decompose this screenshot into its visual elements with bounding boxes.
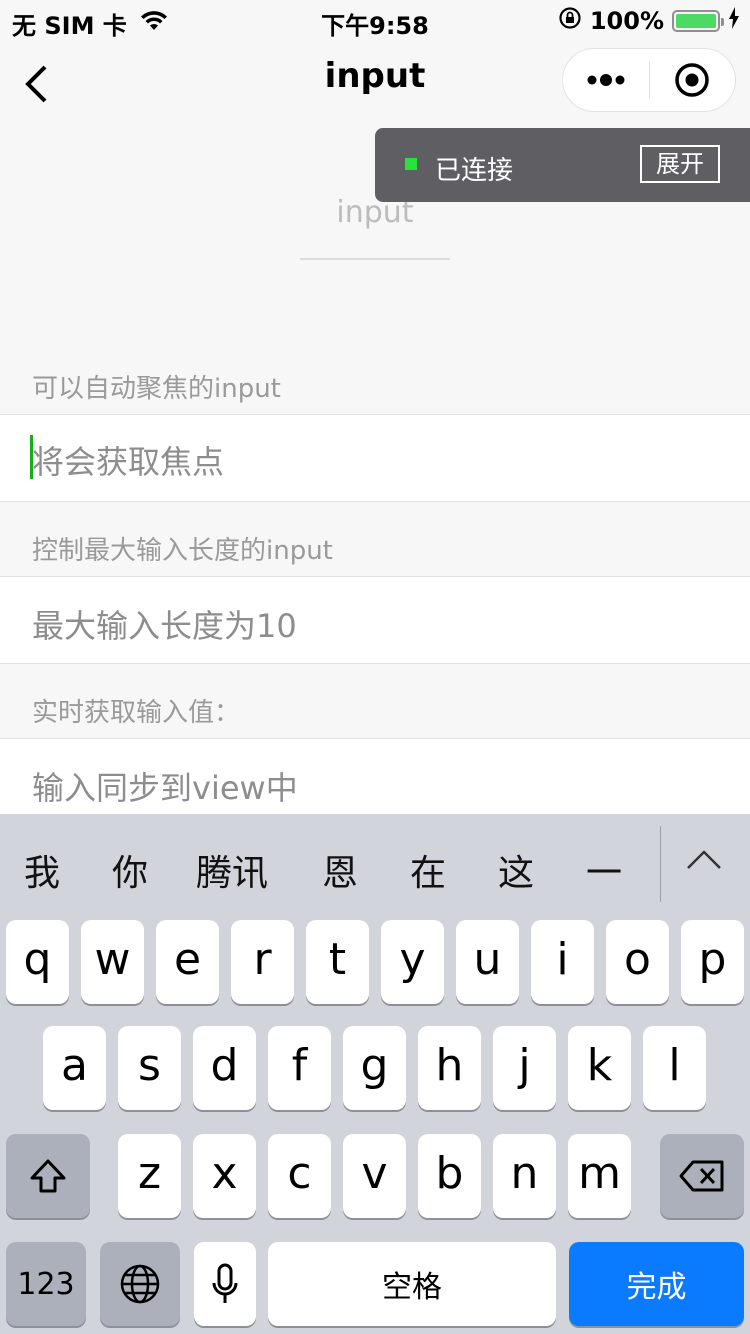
menu-capsule bbox=[562, 48, 736, 112]
numbers-key[interactable]: 123 bbox=[6, 1242, 86, 1326]
key-m[interactable]: m bbox=[568, 1134, 631, 1218]
microphone-icon bbox=[212, 1263, 238, 1303]
candidate-divider bbox=[660, 826, 661, 902]
maxlength-input[interactable]: 最大输入长度为10 bbox=[0, 576, 750, 664]
candidate-item[interactable]: 在 bbox=[410, 844, 446, 896]
autofocus-placeholder: 将会获取焦点 bbox=[32, 443, 225, 481]
key-n[interactable]: n bbox=[493, 1134, 556, 1218]
connection-status: 已连接 bbox=[435, 156, 514, 186]
key-e[interactable]: e bbox=[156, 920, 219, 1004]
close-target-icon bbox=[675, 63, 709, 97]
status-right: 100% bbox=[550, 6, 740, 36]
realtime-placeholder: 输入同步到view中 bbox=[32, 769, 298, 807]
done-key[interactable]: 完成 bbox=[569, 1242, 744, 1326]
more-button[interactable] bbox=[563, 48, 649, 112]
space-key[interactable]: 空格 bbox=[268, 1242, 556, 1326]
key-c[interactable]: c bbox=[268, 1134, 331, 1218]
microphone-key[interactable] bbox=[194, 1242, 256, 1326]
key-r[interactable]: r bbox=[231, 920, 294, 1004]
charging-icon bbox=[728, 7, 740, 35]
key-v[interactable]: v bbox=[343, 1134, 406, 1218]
candidate-item[interactable]: 一 bbox=[586, 844, 622, 896]
key-q[interactable]: q bbox=[6, 920, 69, 1004]
battery-icon bbox=[672, 10, 724, 32]
key-x[interactable]: x bbox=[193, 1134, 256, 1218]
section-label-realtime: 实时获取输入值： bbox=[32, 698, 241, 728]
close-button[interactable] bbox=[650, 48, 736, 112]
backspace-icon bbox=[679, 1160, 724, 1192]
shift-key[interactable] bbox=[6, 1134, 90, 1218]
key-z[interactable]: z bbox=[118, 1134, 181, 1218]
key-u[interactable]: u bbox=[456, 920, 519, 1004]
section-label-autofocus: 可以自动聚焦的input bbox=[32, 374, 281, 404]
globe-key[interactable] bbox=[100, 1242, 180, 1326]
chevron-up-icon bbox=[687, 850, 721, 869]
key-d[interactable]: d bbox=[193, 1026, 256, 1110]
nav-bar: input bbox=[0, 40, 750, 128]
key-f[interactable]: f bbox=[268, 1026, 331, 1110]
maxlength-placeholder: 最大输入长度为10 bbox=[32, 607, 297, 645]
key-i[interactable]: i bbox=[531, 920, 594, 1004]
more-dots-icon bbox=[587, 74, 625, 86]
section-label-maxlength: 控制最大输入长度的input bbox=[32, 536, 333, 566]
key-h[interactable]: h bbox=[418, 1026, 481, 1110]
backspace-key[interactable] bbox=[660, 1134, 744, 1218]
key-p[interactable]: p bbox=[681, 920, 744, 1004]
status-bar: 无 SIM 卡 下午9:58 100% bbox=[0, 0, 750, 40]
key-k[interactable]: k bbox=[568, 1026, 631, 1110]
expand-candidates-button[interactable] bbox=[684, 846, 728, 876]
key-y[interactable]: y bbox=[381, 920, 444, 1004]
key-o[interactable]: o bbox=[606, 920, 669, 1004]
key-a[interactable]: a bbox=[43, 1026, 106, 1110]
key-l[interactable]: l bbox=[643, 1026, 706, 1110]
connected-dot-icon bbox=[405, 158, 417, 170]
key-s[interactable]: s bbox=[118, 1026, 181, 1110]
candidate-item[interactable]: 恩 bbox=[322, 844, 358, 896]
globe-icon bbox=[120, 1264, 160, 1304]
key-b[interactable]: b bbox=[418, 1134, 481, 1218]
candidate-item[interactable]: 你 bbox=[112, 844, 148, 896]
key-w[interactable]: w bbox=[81, 920, 144, 1004]
connection-toast: 已连接 展开 bbox=[375, 128, 750, 202]
candidate-item[interactable]: 这 bbox=[498, 844, 534, 896]
shift-icon bbox=[30, 1159, 66, 1193]
orientation-lock-icon bbox=[558, 6, 582, 36]
key-t[interactable]: t bbox=[306, 920, 369, 1004]
expand-button[interactable]: 展开 bbox=[640, 145, 720, 183]
candidate-bar: 我 你 腾讯 恩 在 这 一 bbox=[0, 814, 750, 918]
keyboard: 我 你 腾讯 恩 在 这 一 q w e r t y u i o p a s d… bbox=[0, 814, 750, 1334]
candidate-item[interactable]: 我 bbox=[24, 844, 60, 896]
realtime-input[interactable]: 输入同步到view中 bbox=[0, 738, 750, 818]
battery-percent: 100% bbox=[589, 7, 664, 35]
autofocus-input[interactable]: 将会获取焦点 bbox=[0, 414, 750, 502]
candidate-item[interactable]: 腾讯 bbox=[196, 844, 268, 896]
key-j[interactable]: j bbox=[493, 1026, 556, 1110]
key-g[interactable]: g bbox=[343, 1026, 406, 1110]
